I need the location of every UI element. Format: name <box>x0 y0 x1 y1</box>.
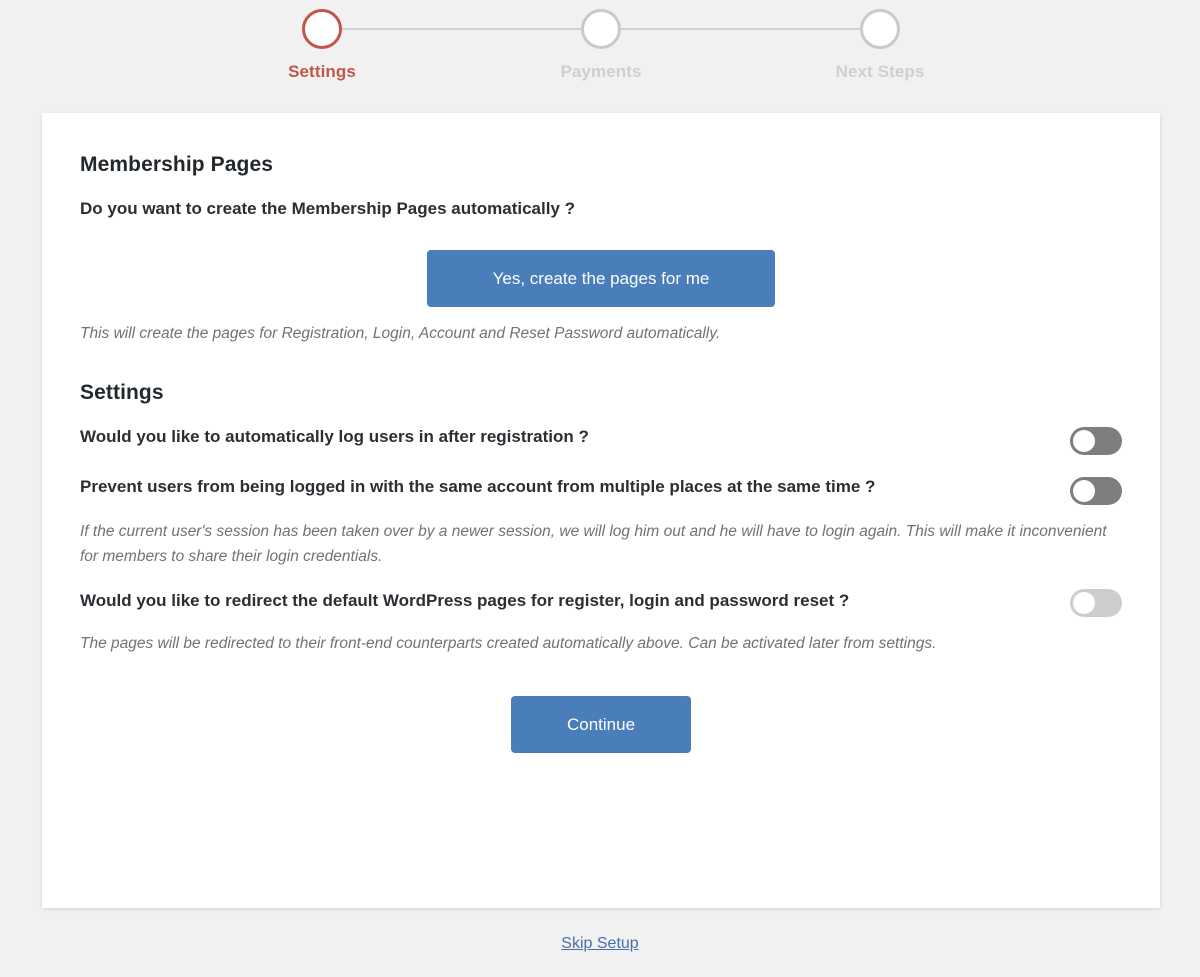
stepper-step-settings[interactable]: Settings <box>242 9 402 82</box>
setting-helper-prevent-multiple-sessions: If the current user's session has been t… <box>80 523 1107 566</box>
membership-pages-question: Do you want to create the Membership Pag… <box>80 199 576 218</box>
setting-toggle-redirect-default-pages[interactable] <box>1070 589 1122 618</box>
toggle-knob-icon <box>1073 430 1095 453</box>
setting-helper-redirect-default-pages: The pages will be redirected to their fr… <box>80 635 937 653</box>
setting-question-redirect-default-pages: Would you like to redirect the default W… <box>80 591 850 611</box>
toggle-knob-icon <box>1073 480 1095 503</box>
stepper-step-payments[interactable]: Payments <box>521 9 681 82</box>
step-label-settings: Settings <box>288 62 356 81</box>
step-circle-next-steps <box>860 9 900 49</box>
create-pages-button-row: Yes, create the pages for me <box>80 221 1122 308</box>
setting-toggle-prevent-multiple-sessions[interactable] <box>1070 477 1122 506</box>
stepper-step-next-steps[interactable]: Next Steps <box>800 9 960 82</box>
step-label-next-steps: Next Steps <box>835 62 925 81</box>
step-circle-settings <box>302 9 342 49</box>
setting-question-auto-login: Would you like to automatically log user… <box>80 427 589 447</box>
setting-row-auto-login: Would you like to automatically log user… <box>80 405 1122 456</box>
setting-row-prevent-multiple-sessions: Prevent users from being logged in with … <box>80 455 1122 506</box>
setting-row-redirect-default-pages: Would you like to redirect the default W… <box>80 569 1122 618</box>
membership-pages-helper: This will create the pages for Registrat… <box>80 325 721 343</box>
step-circle-payments <box>581 9 621 49</box>
toggle-knob-icon <box>1073 592 1095 615</box>
create-pages-button[interactable]: Yes, create the pages for me <box>427 250 775 308</box>
setting-question-prevent-multiple-sessions: Prevent users from being logged in with … <box>80 477 876 497</box>
skip-setup-row: Skip Setup <box>0 935 1200 953</box>
card-content: Membership Pages Do you want to create t… <box>42 113 1160 753</box>
setup-wizard-stepper: Settings Payments Next Steps <box>0 0 1200 100</box>
settings-title: Settings <box>80 381 164 405</box>
step-label-payments: Payments <box>560 62 642 81</box>
setting-toggle-auto-login[interactable] <box>1070 427 1122 456</box>
continue-button-row: Continue <box>80 657 1122 753</box>
skip-setup-link[interactable]: Skip Setup <box>561 935 638 952</box>
setup-card: Membership Pages Do you want to create t… <box>42 113 1160 908</box>
continue-button[interactable]: Continue <box>511 695 691 753</box>
membership-pages-title: Membership Pages <box>80 153 273 176</box>
